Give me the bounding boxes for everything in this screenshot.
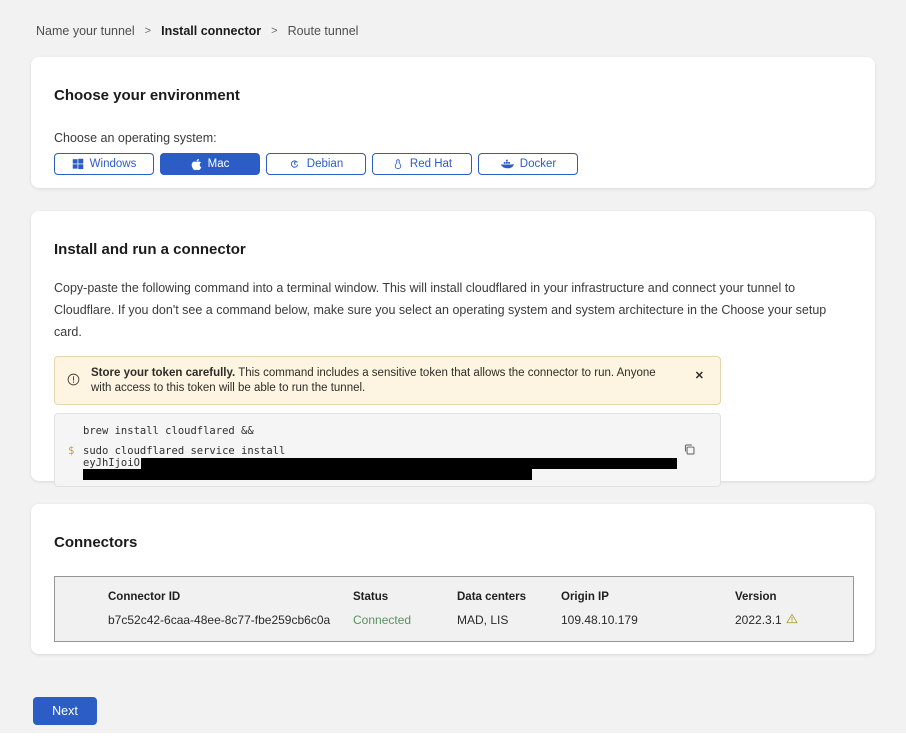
os-button-mac[interactable]: Mac bbox=[160, 153, 260, 175]
next-button[interactable]: Next bbox=[33, 697, 97, 725]
breadcrumb-name-your-tunnel[interactable]: Name your tunnel bbox=[36, 24, 135, 38]
connectors-title: Connectors bbox=[54, 534, 851, 551]
origin-ip-value: 109.48.10.179 bbox=[561, 613, 735, 627]
status-badge: Connected bbox=[353, 613, 457, 627]
install-command-code-block: brew install cloudflared && $ sudo cloud… bbox=[54, 413, 721, 487]
column-header-status: Status bbox=[353, 591, 457, 613]
connectors-table-header: Connector ID Status Data centers Origin … bbox=[108, 591, 853, 613]
os-button-label: Debian bbox=[307, 158, 343, 170]
windows-icon bbox=[72, 158, 84, 170]
column-header-connector-id: Connector ID bbox=[108, 591, 353, 613]
connectors-table: Connector ID Status Data centers Origin … bbox=[54, 576, 854, 642]
connectors-card: Connectors Connector ID Status Data cent… bbox=[31, 504, 875, 654]
shell-prompt: $ bbox=[68, 445, 74, 457]
os-button-redhat[interactable]: Red Hat bbox=[372, 153, 472, 175]
breadcrumb-install-connector[interactable]: Install connector bbox=[161, 24, 261, 38]
choose-environment-card: Choose your environment Choose an operat… bbox=[31, 57, 875, 188]
code-line-sudo: sudo cloudflared service install bbox=[83, 445, 285, 457]
close-icon[interactable]: ✕ bbox=[689, 366, 710, 387]
table-row: b7c52c42-6caa-48ee-8c77-fbe259cb6c0a Con… bbox=[108, 613, 853, 627]
os-button-label: Windows bbox=[90, 158, 137, 170]
code-line-token: eyJhIjoiO bbox=[83, 457, 677, 469]
token-prefix: eyJhIjoiO bbox=[83, 457, 140, 469]
os-button-windows[interactable]: Windows bbox=[54, 153, 154, 175]
os-button-label: Mac bbox=[208, 158, 230, 170]
install-connector-title: Install and run a connector bbox=[54, 241, 851, 258]
install-description: Copy-paste the following command into a … bbox=[54, 277, 850, 343]
alert-circle-icon bbox=[67, 373, 80, 391]
os-select-label: Choose an operating system: bbox=[54, 131, 851, 145]
breadcrumb: Name your tunnel > Install connector > R… bbox=[0, 0, 906, 38]
install-connector-card: Install and run a connector Copy-paste t… bbox=[31, 211, 875, 481]
os-button-label: Docker bbox=[520, 158, 556, 170]
docker-icon bbox=[500, 158, 514, 170]
os-button-debian[interactable]: Debian bbox=[266, 153, 366, 175]
choose-environment-title: Choose your environment bbox=[54, 87, 851, 104]
breadcrumb-separator: > bbox=[271, 25, 277, 37]
warning-triangle-icon bbox=[786, 613, 798, 627]
os-button-group: Windows Mac Debian bbox=[54, 153, 851, 175]
breadcrumb-separator: > bbox=[145, 25, 151, 37]
connector-id-value: b7c52c42-6caa-48ee-8c77-fbe259cb6c0a bbox=[108, 613, 353, 627]
column-header-data-centers: Data centers bbox=[457, 591, 561, 613]
version-value: 2022.3.1 bbox=[735, 613, 853, 627]
redhat-icon bbox=[392, 158, 404, 171]
os-button-label: Red Hat bbox=[410, 158, 452, 170]
apple-icon bbox=[191, 158, 202, 171]
os-button-docker[interactable]: Docker bbox=[478, 153, 578, 175]
data-centers-value: MAD, LIS bbox=[457, 613, 561, 627]
redacted-token-bar bbox=[83, 469, 532, 480]
code-line-brew: brew install cloudflared && bbox=[83, 425, 254, 437]
token-warning-title: Store your token carefully. bbox=[91, 367, 235, 379]
version-number: 2022.3.1 bbox=[735, 613, 782, 627]
token-warning-banner: Store your token carefully. This command… bbox=[54, 356, 721, 405]
bottom-strip bbox=[0, 733, 906, 740]
token-warning-text: Store your token carefully. This command… bbox=[91, 366, 666, 396]
debian-icon bbox=[289, 158, 301, 170]
breadcrumb-route-tunnel[interactable]: Route tunnel bbox=[288, 24, 359, 38]
column-header-version: Version bbox=[735, 591, 853, 613]
copy-icon[interactable] bbox=[681, 441, 698, 461]
column-header-origin-ip: Origin IP bbox=[561, 591, 735, 613]
redacted-token-bar bbox=[141, 458, 677, 469]
